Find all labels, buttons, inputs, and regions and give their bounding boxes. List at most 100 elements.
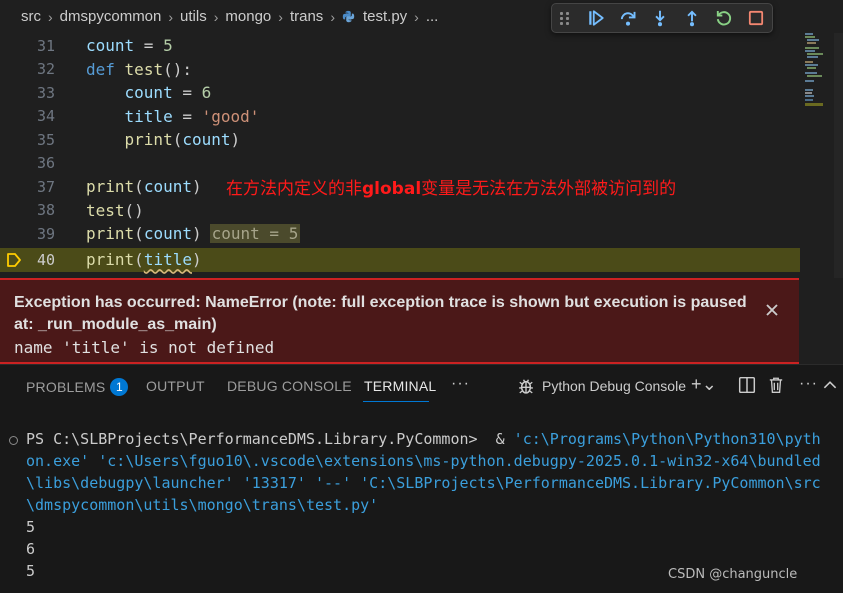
breadcrumb-utils[interactable]: utils bbox=[180, 8, 207, 25]
chevron-right-icon: › bbox=[168, 8, 174, 25]
code-token: ( bbox=[172, 130, 183, 150]
annotation-text: 在方法内定义的非 bbox=[226, 179, 362, 200]
line-number: 37 bbox=[36, 177, 55, 196]
restart-icon bbox=[716, 11, 732, 26]
chevron-right-icon: › bbox=[278, 8, 283, 25]
debug-toolbar bbox=[551, 3, 773, 33]
terminal-line: \libs\debugpy\launcher' '13317' '--' 'C:… bbox=[26, 474, 821, 492]
panel-more-icon[interactable]: ··· bbox=[799, 375, 818, 393]
chevron-up-icon bbox=[823, 381, 837, 389]
step-into-button[interactable] bbox=[644, 5, 676, 31]
code-line[interactable]: 36 bbox=[0, 152, 800, 176]
tab-problems[interactable]: PROBLEMS 1 bbox=[26, 378, 129, 396]
terminal-line: on.exe' 'c:\Users\fguo10\.vscode\extensi… bbox=[26, 452, 821, 470]
editor-scrollbar[interactable] bbox=[834, 33, 843, 278]
kill-terminal-button[interactable] bbox=[765, 374, 787, 396]
breadcrumb-more[interactable]: ... bbox=[426, 8, 439, 25]
new-terminal-button[interactable]: +⌄ bbox=[691, 374, 717, 395]
line-number: 34 bbox=[36, 107, 55, 126]
code-token: print bbox=[86, 177, 135, 197]
code-line[interactable]: 37 print(count) 在方法内定义的非global变量是无法在方法外部… bbox=[0, 175, 800, 199]
chevron-right-icon: › bbox=[414, 8, 419, 25]
code-token: count bbox=[86, 36, 135, 56]
breadcrumb-mongo[interactable]: mongo bbox=[225, 8, 271, 25]
line-number: 36 bbox=[36, 154, 55, 173]
current-line[interactable]: 40 print(title) bbox=[0, 248, 800, 272]
line-number: 32 bbox=[36, 60, 55, 79]
code-token: ) bbox=[191, 250, 202, 270]
tab-label: PROBLEMS bbox=[26, 379, 106, 395]
exception-widget: Exception has occurred: NameError (note:… bbox=[0, 278, 799, 364]
stop-icon bbox=[748, 10, 764, 26]
breadcrumb-dmspycommon[interactable]: dmspycommon bbox=[60, 8, 162, 25]
code-token: (): bbox=[163, 59, 192, 79]
terminal-selector[interactable]: Python Debug Console bbox=[516, 376, 686, 396]
code-token: ) bbox=[230, 130, 241, 150]
breadcrumb-src[interactable]: src bbox=[21, 8, 41, 25]
code-line[interactable]: 38 test() bbox=[0, 199, 800, 223]
terminal-output-line: 5 bbox=[26, 518, 36, 536]
code-token: print bbox=[86, 224, 135, 244]
terminal-line: PS C:\SLBProjects\PerformanceDMS.Library… bbox=[26, 428, 821, 450]
code-token: ( bbox=[134, 177, 144, 197]
breadcrumb-trans[interactable]: trans bbox=[290, 8, 323, 25]
code-token: count bbox=[143, 177, 192, 197]
drag-handle-icon[interactable] bbox=[560, 11, 570, 25]
code-line[interactable]: 31 count = 5 bbox=[0, 34, 800, 58]
step-over-icon bbox=[620, 11, 636, 26]
inline-debug-value: count = 5 bbox=[209, 224, 301, 244]
python-file-icon bbox=[342, 10, 355, 23]
code-token: 'good' bbox=[201, 106, 260, 126]
code-token: count bbox=[182, 130, 231, 150]
code-token: ) bbox=[191, 224, 202, 244]
terminal-name: Python Debug Console bbox=[542, 378, 686, 394]
code-token: count bbox=[143, 224, 192, 244]
step-into-icon bbox=[655, 10, 665, 27]
step-over-button[interactable] bbox=[612, 5, 644, 31]
split-terminal-button[interactable] bbox=[736, 374, 758, 396]
code-line[interactable]: 33 count = 6 bbox=[0, 81, 800, 105]
continue-icon bbox=[589, 10, 604, 26]
watermark: CSDN @changuncle bbox=[668, 567, 798, 582]
line-number: 38 bbox=[36, 201, 55, 220]
trash-icon bbox=[769, 377, 783, 393]
code-token: () bbox=[124, 200, 144, 220]
bottom-panel: PROBLEMS 1 OUTPUT DEBUG CONSOLE TERMINAL … bbox=[0, 364, 843, 593]
tab-terminal[interactable]: TERMINAL bbox=[364, 378, 436, 394]
line-number: 39 bbox=[36, 224, 55, 243]
code-editor[interactable]: 31 count = 5 32 def test(): 33 count = 6… bbox=[0, 33, 843, 278]
line-number: 33 bbox=[36, 83, 55, 102]
minimap[interactable] bbox=[803, 31, 833, 111]
command-decoration-icon bbox=[9, 436, 18, 445]
more-actions-icon[interactable]: ··· bbox=[451, 375, 470, 393]
code-token: ) bbox=[191, 177, 202, 197]
close-icon[interactable] bbox=[762, 300, 782, 320]
code-token: test bbox=[124, 59, 164, 79]
terminal-line: \dmspycommon\utils\mongo\trans\test.py' bbox=[26, 496, 379, 514]
tab-debug-console[interactable]: DEBUG CONSOLE bbox=[227, 378, 352, 394]
code-line[interactable]: 39 print(count) count = 5 bbox=[0, 222, 800, 246]
code-token: ( bbox=[134, 224, 144, 244]
code-line[interactable]: 35 print(count) bbox=[0, 128, 800, 152]
code-token: ( bbox=[134, 250, 144, 270]
step-out-button[interactable] bbox=[676, 5, 708, 31]
terminal-text: & bbox=[486, 430, 514, 448]
panel-tabs: PROBLEMS 1 OUTPUT DEBUG CONSOLE TERMINAL … bbox=[0, 365, 843, 407]
code-token: 5 bbox=[163, 36, 173, 56]
code-token: print bbox=[86, 250, 135, 270]
code-token: title bbox=[124, 106, 173, 126]
debug-icon bbox=[519, 379, 533, 394]
code-line[interactable]: 32 def test(): bbox=[0, 58, 800, 82]
terminal-output-line: 5 bbox=[26, 562, 36, 580]
active-tab-indicator bbox=[363, 401, 429, 402]
code-line[interactable]: 34 title = 'good' bbox=[0, 105, 800, 129]
restart-button[interactable] bbox=[708, 5, 740, 31]
tab-output[interactable]: OUTPUT bbox=[146, 378, 205, 394]
step-out-icon bbox=[687, 10, 697, 27]
continue-button[interactable] bbox=[580, 5, 612, 31]
maximize-panel-button[interactable] bbox=[819, 374, 841, 396]
annotation-text: 变量是无法在方法外部被访问到的 bbox=[421, 179, 677, 200]
line-number: 35 bbox=[36, 130, 55, 149]
breadcrumb-file[interactable]: test.py bbox=[363, 8, 407, 25]
stop-button[interactable] bbox=[740, 5, 772, 31]
